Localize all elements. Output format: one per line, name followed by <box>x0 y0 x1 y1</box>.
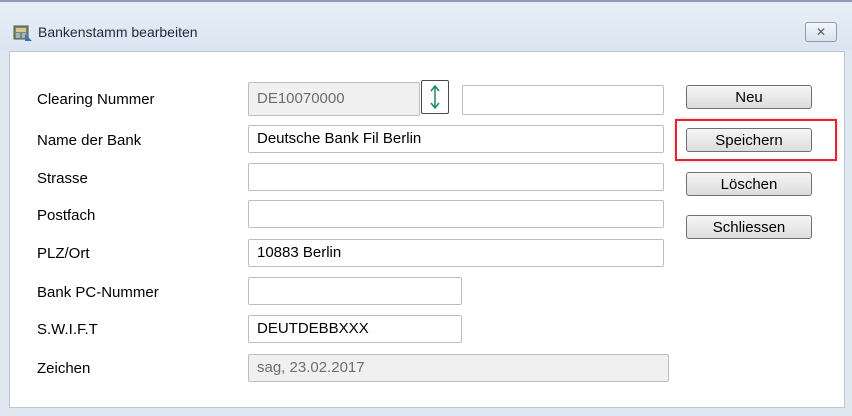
window-title: Bankenstamm bearbeiten <box>38 24 198 40</box>
clearing-spinner[interactable] <box>421 80 449 114</box>
bank-pc-number-label: Bank PC-Nummer <box>37 284 159 301</box>
clearing-number-field[interactable]: DE10070000 <box>248 82 420 116</box>
form-panel: Clearing Nummer Name der Bank Strasse Po… <box>9 51 845 408</box>
title-bar: Bankenstamm bearbeiten ✕ <box>0 0 852 50</box>
new-button[interactable]: Neu <box>686 85 812 109</box>
up-down-arrow-icon <box>429 84 441 114</box>
zip-city-field[interactable]: 10883 Berlin <box>248 239 664 267</box>
bank-icon <box>13 24 33 42</box>
close-button[interactable]: ✕ <box>805 22 837 42</box>
sign-field: sag, 23.02.2017 <box>248 354 669 382</box>
delete-button[interactable]: Löschen <box>686 172 812 196</box>
swift-field[interactable]: DEUTDEBBXXX <box>248 315 462 343</box>
close-icon: ✕ <box>815 25 827 39</box>
street-field[interactable] <box>248 163 664 191</box>
edit-bank-dialog: Bankenstamm bearbeiten ✕ Clearing Nummer… <box>0 0 852 416</box>
po-box-label: Postfach <box>37 207 96 224</box>
bank-pc-number-field[interactable] <box>248 277 462 305</box>
bank-name-label: Name der Bank <box>37 132 142 149</box>
sign-label: Zeichen <box>37 360 91 377</box>
clearing-number-label: Clearing Nummer <box>37 91 155 108</box>
po-box-field[interactable] <box>248 200 664 228</box>
bank-name-field[interactable]: Deutsche Bank Fil Berlin <box>248 125 664 153</box>
close-dialog-button[interactable]: Schliessen <box>686 215 812 239</box>
top-border <box>0 0 852 2</box>
save-button[interactable]: Speichern <box>686 128 812 152</box>
swift-label: S.W.I.F.T <box>37 321 98 338</box>
clearing-extra-field[interactable] <box>462 85 664 115</box>
street-label: Strasse <box>37 170 88 187</box>
zip-city-label: PLZ/Ort <box>37 245 90 262</box>
